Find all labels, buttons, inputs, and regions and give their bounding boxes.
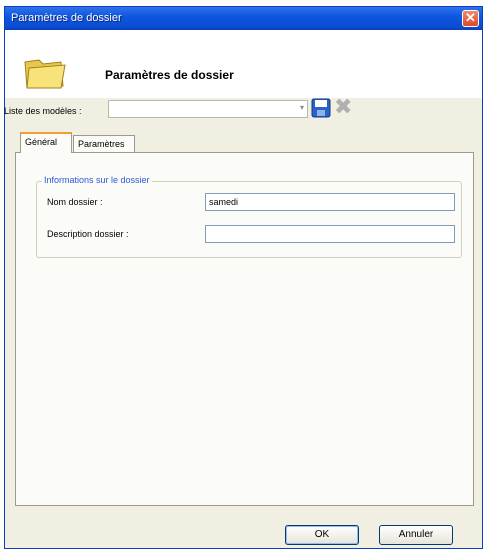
tab-general[interactable]: Général	[20, 132, 72, 153]
folder-info-group: Informations sur le dossier Nom dossier …	[36, 175, 462, 258]
window-title: Paramètres de dossier	[11, 12, 122, 24]
folder-icon	[24, 59, 66, 89]
cancel-button[interactable]: Annuler	[379, 525, 453, 545]
delete-icon[interactable]: ✖	[334, 96, 352, 118]
folder-description-label: Description dossier :	[47, 229, 129, 239]
save-icon[interactable]	[311, 98, 331, 118]
model-list-select[interactable]: ▾	[108, 100, 308, 118]
close-button[interactable]: ✕	[462, 10, 479, 27]
tab-parametres[interactable]: Paramètres	[73, 135, 135, 153]
folder-description-input[interactable]	[205, 225, 455, 243]
folder-name-label: Nom dossier :	[47, 197, 103, 207]
ok-button[interactable]: OK	[285, 525, 359, 545]
model-list-label: Liste des modèles :	[4, 106, 82, 116]
tab-panel-general: Informations sur le dossier Nom dossier …	[15, 152, 474, 506]
dialog-header: Paramètres de dossier	[5, 30, 482, 98]
group-legend: Informations sur le dossier	[42, 175, 152, 185]
title-bar[interactable]: Paramètres de dossier ✕	[5, 7, 482, 31]
header-title: Paramètres de dossier	[105, 68, 234, 82]
folder-name-input[interactable]: samedi	[205, 193, 455, 211]
chevron-down-icon[interactable]: ▾	[300, 103, 304, 112]
